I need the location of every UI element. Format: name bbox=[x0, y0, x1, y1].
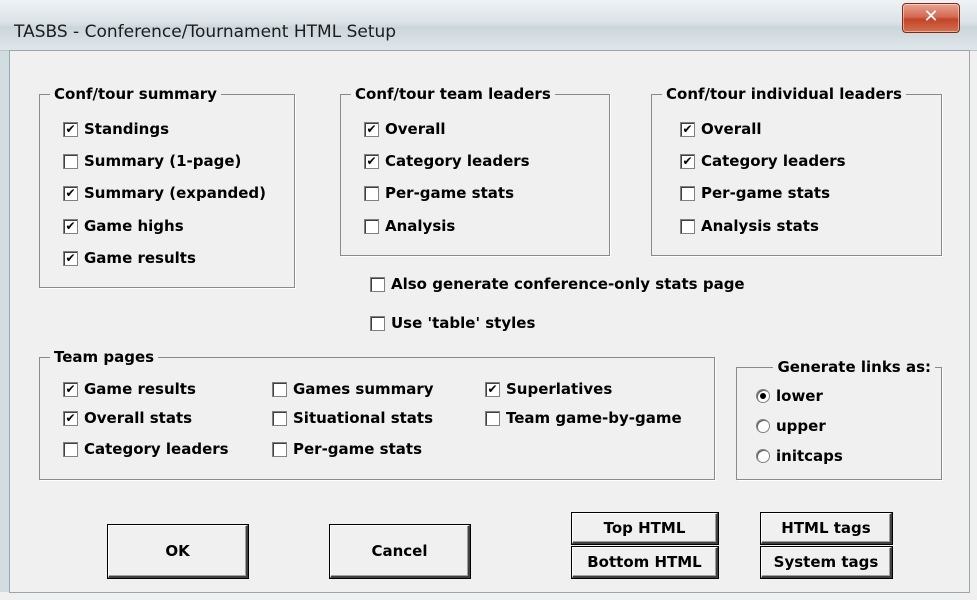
checkbox-label: Per-game stats bbox=[385, 184, 514, 202]
checkbox-team-per-game-stats[interactable]: Per-game stats bbox=[364, 182, 514, 204]
checkbox-label: Category leaders bbox=[701, 152, 846, 170]
radio-button[interactable] bbox=[756, 419, 770, 433]
checkbox-individual-category-leaders[interactable]: ✔ Category leaders bbox=[680, 150, 846, 172]
checkbox-label: Games summary bbox=[293, 380, 434, 398]
checkbox-label: Summary (expanded) bbox=[84, 184, 267, 202]
checkbox-label: Superlatives bbox=[506, 380, 613, 398]
checkbox-label: Per-game stats bbox=[293, 440, 422, 458]
checkbox-tp-game-results[interactable]: ✔ Game results bbox=[63, 378, 196, 400]
links-legend: Generate links as: bbox=[773, 356, 935, 378]
ok-button[interactable]: OK bbox=[108, 525, 248, 578]
checkbox-summary-1page[interactable]: Summary (1-page) bbox=[63, 150, 241, 172]
checkbox-box[interactable]: ✔ bbox=[63, 250, 78, 266]
checkbox-team-overall[interactable]: ✔ Overall bbox=[364, 118, 446, 140]
top-html-button[interactable]: Top HTML bbox=[572, 513, 718, 544]
checkbox-label: Summary (1-page) bbox=[84, 152, 242, 170]
checkbox-label: Standings bbox=[84, 120, 169, 138]
title-bar: TASBS - Conference/Tournament HTML Setup… bbox=[0, 0, 977, 51]
window-title: TASBS - Conference/Tournament HTML Setup bbox=[14, 22, 397, 42]
checkbox-tp-overall-stats[interactable]: ✔ Overall stats bbox=[63, 407, 192, 429]
checkbox-box[interactable] bbox=[364, 218, 379, 234]
checkbox-box[interactable]: ✔ bbox=[364, 153, 379, 169]
checkbox-conference-only-stats[interactable]: Also generate conference-only stats page bbox=[370, 273, 745, 295]
radio-initcaps[interactable]: initcaps bbox=[756, 445, 843, 467]
checkbox-box[interactable]: ✔ bbox=[63, 121, 78, 137]
checkbox-label: Use 'table' styles bbox=[391, 314, 536, 332]
checkbox-box[interactable] bbox=[272, 381, 287, 397]
checkbox-box[interactable]: ✔ bbox=[63, 381, 78, 397]
checkbox-tp-category-leaders[interactable]: Category leaders bbox=[63, 438, 229, 460]
checkbox-individual-per-game-stats[interactable]: Per-game stats bbox=[680, 182, 830, 204]
checkbox-box[interactable] bbox=[63, 441, 78, 457]
checkbox-box[interactable] bbox=[272, 441, 287, 457]
checkbox-label: Category leaders bbox=[84, 440, 229, 458]
radio-button[interactable] bbox=[756, 449, 770, 463]
individual-leaders-legend: Conf/tour individual leaders bbox=[662, 83, 906, 105]
checkbox-box[interactable] bbox=[370, 315, 385, 331]
checkbox-label: Analysis bbox=[385, 217, 456, 235]
html-tags-button[interactable]: HTML tags bbox=[761, 513, 892, 544]
checkbox-label: Overall bbox=[701, 120, 762, 138]
bottom-html-button[interactable]: Bottom HTML bbox=[572, 547, 718, 578]
checkbox-label: Per-game stats bbox=[701, 184, 830, 202]
checkbox-individual-analysis-stats[interactable]: Analysis stats bbox=[680, 215, 819, 237]
checkbox-label: Game results bbox=[84, 380, 196, 398]
checkbox-label: Overall stats bbox=[84, 409, 193, 427]
checkbox-standings[interactable]: ✔ Standings bbox=[63, 118, 169, 140]
checkbox-label: Also generate conference-only stats page bbox=[391, 275, 745, 293]
checkbox-label: Situational stats bbox=[293, 409, 434, 427]
checkbox-label: Category leaders bbox=[385, 152, 530, 170]
checkbox-tp-games-summary[interactable]: Games summary bbox=[272, 378, 434, 400]
cancel-button[interactable]: Cancel bbox=[330, 525, 470, 578]
checkbox-box[interactable] bbox=[485, 410, 500, 426]
checkbox-box[interactable]: ✔ bbox=[485, 381, 500, 397]
checkbox-game-results[interactable]: ✔ Game results bbox=[63, 247, 196, 269]
checkbox-tp-situational-stats[interactable]: Situational stats bbox=[272, 407, 433, 429]
system-tags-button[interactable]: System tags bbox=[761, 547, 892, 578]
radio-lower[interactable]: lower bbox=[756, 385, 823, 407]
checkbox-box[interactable]: ✔ bbox=[63, 185, 78, 201]
team-pages-legend: Team pages bbox=[50, 346, 159, 368]
checkbox-box[interactable]: ✔ bbox=[364, 121, 379, 137]
checkbox-box[interactable] bbox=[364, 185, 379, 201]
checkbox-label: Team game-by-game bbox=[506, 409, 682, 427]
radio-upper[interactable]: upper bbox=[756, 415, 826, 437]
checkbox-label: Game results bbox=[84, 249, 196, 267]
dialog-client-area: Conf/tour summary ✔ Standings Summary (1… bbox=[0, 50, 970, 593]
checkbox-summary-expanded[interactable]: ✔ Summary (expanded) bbox=[63, 182, 266, 204]
team-leaders-legend: Conf/tour team leaders bbox=[351, 83, 555, 105]
close-button[interactable]: ✕ bbox=[902, 3, 960, 33]
checkbox-label: Overall bbox=[385, 120, 446, 138]
checkbox-box[interactable]: ✔ bbox=[63, 410, 78, 426]
checkbox-box[interactable]: ✔ bbox=[680, 153, 695, 169]
checkbox-game-highs[interactable]: ✔ Game highs bbox=[63, 215, 184, 237]
checkbox-box[interactable] bbox=[370, 276, 385, 292]
checkbox-team-category-leaders[interactable]: ✔ Category leaders bbox=[364, 150, 530, 172]
checkbox-box[interactable] bbox=[680, 185, 695, 201]
conf-summary-legend: Conf/tour summary bbox=[50, 83, 221, 105]
checkbox-box[interactable]: ✔ bbox=[680, 121, 695, 137]
checkbox-table-styles[interactable]: Use 'table' styles bbox=[370, 312, 535, 334]
checkbox-label: Game highs bbox=[84, 217, 184, 235]
checkbox-box[interactable] bbox=[63, 153, 78, 169]
checkbox-label: Analysis stats bbox=[701, 217, 819, 235]
checkbox-box[interactable]: ✔ bbox=[63, 218, 78, 234]
checkbox-tp-team-game-by-game[interactable]: Team game-by-game bbox=[485, 407, 682, 429]
checkbox-box[interactable] bbox=[272, 410, 287, 426]
radio-button[interactable] bbox=[756, 389, 770, 403]
checkbox-box[interactable] bbox=[680, 218, 695, 234]
radio-label: lower bbox=[776, 387, 823, 405]
checkbox-tp-superlatives[interactable]: ✔ Superlatives bbox=[485, 378, 612, 400]
radio-label: upper bbox=[776, 417, 826, 435]
close-icon: ✕ bbox=[923, 6, 939, 27]
checkbox-individual-overall[interactable]: ✔ Overall bbox=[680, 118, 762, 140]
radio-label: initcaps bbox=[776, 447, 843, 465]
checkbox-tp-per-game-stats[interactable]: Per-game stats bbox=[272, 438, 422, 460]
checkbox-team-analysis[interactable]: Analysis bbox=[364, 215, 455, 237]
